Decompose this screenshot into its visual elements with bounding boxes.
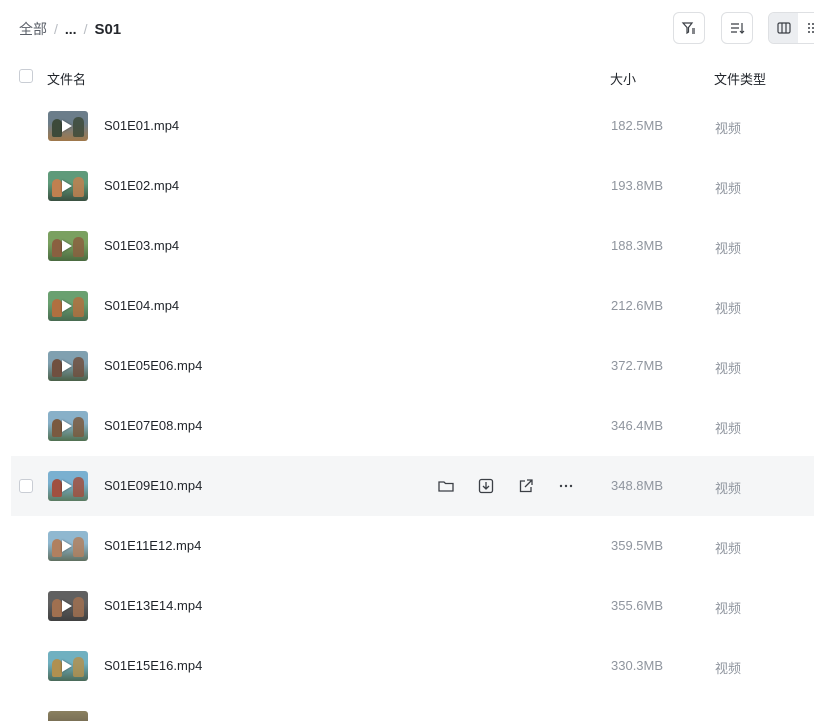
file-type: 视频 [715,241,742,256]
select-all-checkbox[interactable] [19,69,33,83]
file-type: 视频 [715,541,742,556]
table-row[interactable]: S01E13E14.mp4 355.6MB 视频 [0,576,814,636]
table-row[interactable]: S01E03.mp4 188.3MB 视频 [0,216,814,276]
file-size: 193.8MB [611,178,664,193]
file-list: S01E01.mp4 182.5MB 视频 S01E02.mp4 193.8MB 视频 … [0,96,814,721]
table-row[interactable]: S01E02.mp4 193.8MB 视频 [0,156,814,216]
file-size: 212.6MB [611,298,664,313]
file-size: 330.3MB [611,658,664,673]
play-icon [62,180,72,192]
file-name[interactable]: S01E15E16.mp4 [104,658,202,673]
share-button[interactable] [514,474,538,498]
file-type: 视频 [715,481,742,496]
video-thumbnail[interactable] [48,591,88,621]
sort-icon [731,23,745,34]
file-size: 188.3MB [611,238,664,253]
breadcrumb-current: S01 [94,20,122,38]
download-button[interactable] [474,474,498,498]
play-icon [62,480,72,492]
video-thumbnail[interactable] [48,291,88,321]
table-header: 文件名 大小 文件类型 [0,58,814,96]
file-size: 359.5MB [611,538,664,553]
grid-view-icon [807,23,814,33]
breadcrumb-ellipsis[interactable]: ... [65,21,77,37]
file-size: 372.7MB [611,358,664,373]
file-name[interactable]: S01E05E06.mp4 [104,358,202,373]
grid-view-button[interactable] [798,13,814,43]
row-actions [434,474,594,498]
file-type: 视频 [715,661,742,676]
play-icon [62,540,72,552]
file-name[interactable]: S01E01.mp4 [104,118,179,133]
file-type: 视频 [715,601,742,616]
filter-button[interactable] [673,12,705,44]
file-type: 视频 [715,361,742,376]
file-size: 346.4MB [611,418,664,433]
more-button[interactable] [554,474,578,498]
play-icon [62,300,72,312]
video-thumbnail[interactable] [48,531,88,561]
file-name[interactable]: S01E03.mp4 [104,238,179,253]
file-name[interactable]: S01E02.mp4 [104,178,179,193]
filter-icon [681,22,695,35]
table-row[interactable]: S01E05E06.mp4 372.7MB 视频 [0,336,814,396]
more-icon [559,484,573,488]
folder-button[interactable] [434,474,458,498]
file-type: 视频 [715,421,742,436]
play-icon [62,660,72,672]
table-row[interactable]: S01E01.mp4 182.5MB 视频 [0,96,814,156]
file-type: 视频 [715,181,742,196]
breadcrumb-separator: / [83,21,88,37]
file-size: 355.6MB [611,598,664,613]
file-type: 视频 [715,301,742,316]
file-name[interactable]: S01E07E08.mp4 [104,418,202,433]
file-name[interactable]: S01E13E14.mp4 [104,598,202,613]
file-name[interactable]: S01E09E10.mp4 [104,478,202,493]
video-thumbnail[interactable] [48,231,88,261]
file-name[interactable]: S01E04.mp4 [104,298,179,313]
row-checkbox[interactable] [19,479,33,493]
play-icon [62,420,72,432]
play-icon [62,600,72,612]
toolbar: 全部 / ... / S01 [0,0,814,58]
column-view-icon [776,22,791,34]
video-thumbnail[interactable] [48,411,88,441]
video-thumbnail[interactable] [48,171,88,201]
table-row[interactable]: S01E11E12.mp4 359.5MB 视频 [0,516,814,576]
folder-icon [438,481,454,492]
file-type: 视频 [715,121,742,136]
table-row[interactable] [0,696,814,721]
play-icon [62,240,72,252]
table-row[interactable]: S01E07E08.mp4 346.4MB 视频 [0,396,814,456]
breadcrumb: 全部 / ... / S01 [19,19,121,39]
video-thumbnail[interactable] [48,471,88,501]
breadcrumb-separator: / [54,21,58,37]
video-thumbnail[interactable] [48,351,88,381]
breadcrumb-root[interactable]: 全部 [19,19,47,39]
table-row[interactable]: S01E04.mp4 212.6MB 视频 [0,276,814,336]
video-thumbnail[interactable] [48,711,88,721]
file-name[interactable]: S01E11E12.mp4 [104,538,201,553]
table-row[interactable]: S01E15E16.mp4 330.3MB 视频 [0,636,814,696]
header-name[interactable]: 文件名 [47,69,86,88]
view-switcher [768,12,814,44]
share-icon [519,479,533,493]
download-icon [478,478,494,494]
header-size[interactable]: 大小 [610,69,636,88]
file-size: 348.8MB [611,478,664,493]
column-view-button[interactable] [769,13,798,43]
sort-button[interactable] [721,12,753,44]
play-icon [62,120,72,132]
header-type[interactable]: 文件类型 [714,69,766,88]
video-thumbnail[interactable] [48,651,88,681]
file-size: 182.5MB [611,118,664,133]
video-thumbnail[interactable] [48,111,88,141]
play-icon [62,360,72,372]
table-row[interactable]: S01E09E10.mp4 348.8MB 视频 [11,456,814,516]
